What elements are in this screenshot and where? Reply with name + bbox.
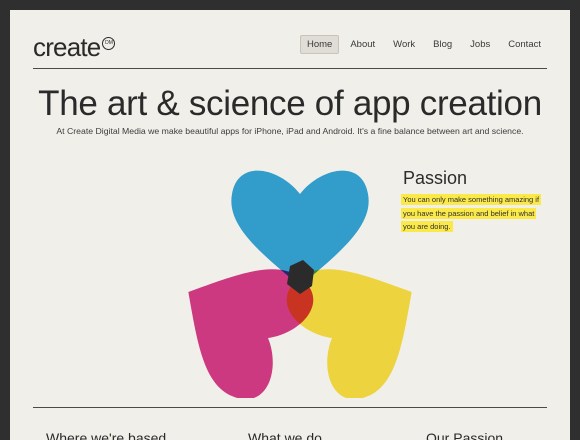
section-title-location: Where we're based	[46, 430, 167, 440]
section-divider	[33, 407, 547, 408]
passion-title: Passion	[403, 168, 468, 188]
nav-work[interactable]: Work	[386, 35, 422, 54]
section-title-services: What we do	[248, 430, 322, 440]
nav-jobs[interactable]: Jobs	[463, 35, 497, 54]
page: create DM Home About Work Blog Jobs Cont…	[10, 10, 570, 440]
three-hearts-illustration	[160, 170, 430, 398]
main-nav: Home About Work Blog Jobs Contact	[299, 35, 548, 54]
page-headline: The art & science of app creation	[38, 84, 542, 123]
page-subheadline: At Create Digital Media we make beautifu…	[56, 126, 524, 136]
logo-text: create	[33, 32, 101, 62]
passion-text: You can only make something amazing if y…	[401, 193, 542, 234]
passion-text-highlight: You can only make something amazing if y…	[401, 194, 542, 232]
nav-blog[interactable]: Blog	[426, 35, 459, 54]
nav-home[interactable]: Home	[299, 35, 340, 54]
logo-badge: DM	[102, 37, 116, 50]
nav-contact[interactable]: Contact	[501, 35, 548, 54]
nav-about[interactable]: About	[343, 35, 382, 54]
header-divider	[33, 68, 547, 69]
section-title-passion: Our Passion	[426, 430, 504, 440]
site-logo[interactable]: create DM	[33, 32, 116, 63]
